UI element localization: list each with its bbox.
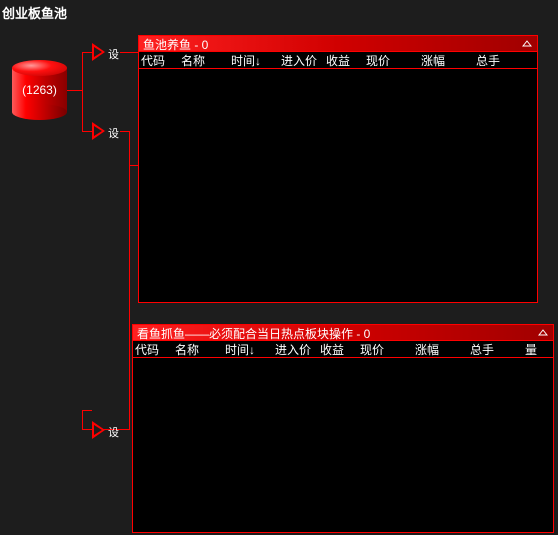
flow-arrow-1-label[interactable]: 设 (108, 46, 119, 62)
pool-count: (1263) (22, 83, 57, 97)
panel-fishpond-title: 鱼池养鱼 - 0 (143, 36, 208, 53)
col-code[interactable]: 代码 (139, 52, 179, 69)
pool-node[interactable]: (1263) (12, 60, 67, 120)
col-code[interactable]: 代码 (133, 341, 173, 358)
col-profit[interactable]: 收益 (324, 52, 364, 69)
col-change[interactable]: 涨幅 (413, 341, 468, 358)
collapse-up-icon[interactable] (521, 38, 533, 50)
col-price[interactable]: 现价 (364, 52, 419, 69)
panel-catchfish-header[interactable]: 看鱼抓鱼——必须配合当日热点板块操作 - 0 (133, 325, 553, 341)
col-volume[interactable]: 总手 (468, 341, 523, 358)
connector-line (129, 131, 130, 166)
page-title: 创业板鱼池 (2, 3, 67, 22)
panel-fishpond: 鱼池养鱼 - 0 代码 名称 时间↓ 进入价 收益 现价 涨幅 总手 (138, 35, 538, 303)
col-name[interactable]: 名称 (179, 52, 229, 69)
panel-fishpond-columns[interactable]: 代码 名称 时间↓ 进入价 收益 现价 涨幅 总手 (139, 52, 537, 69)
col-profit[interactable]: 收益 (318, 341, 358, 358)
col-name[interactable]: 名称 (173, 341, 223, 358)
col-price[interactable]: 现价 (358, 341, 413, 358)
col-extra[interactable]: 量 (523, 341, 543, 358)
flow-arrow-3[interactable] (92, 421, 105, 439)
connector-line (129, 165, 138, 166)
panel-catchfish-title: 看鱼抓鱼——必须配合当日热点板块操作 - 0 (137, 325, 370, 342)
flow-arrow-2[interactable] (92, 122, 105, 140)
col-change[interactable]: 涨幅 (419, 52, 474, 69)
col-enterprice[interactable]: 进入价 (279, 52, 324, 69)
flow-arrow-2-label[interactable]: 设 (108, 125, 119, 141)
col-volume[interactable]: 总手 (474, 52, 524, 69)
connector-line (82, 410, 92, 411)
col-time[interactable]: 时间↓ (229, 52, 279, 69)
connector-line (82, 52, 92, 53)
connector-line (120, 52, 138, 53)
col-time[interactable]: 时间↓ (223, 341, 273, 358)
connector-line (67, 90, 82, 91)
connector-line (82, 52, 83, 132)
panel-catchfish-body[interactable] (133, 358, 553, 531)
connector-line (82, 410, 83, 430)
flow-arrow-1[interactable] (92, 43, 105, 61)
col-enterprice[interactable]: 进入价 (273, 341, 318, 358)
connector-line (120, 429, 130, 430)
panel-fishpond-body[interactable] (139, 69, 537, 301)
panel-fishpond-header[interactable]: 鱼池养鱼 - 0 (139, 36, 537, 52)
connector-line (82, 131, 92, 132)
panel-catchfish: 看鱼抓鱼——必须配合当日热点板块操作 - 0 代码 名称 时间↓ 进入价 收益 … (132, 324, 554, 533)
panel-catchfish-columns[interactable]: 代码 名称 时间↓ 进入价 收益 现价 涨幅 总手 量 (133, 341, 553, 358)
flow-arrow-3-label[interactable]: 设 (108, 424, 119, 440)
connector-line (129, 165, 130, 430)
collapse-up-icon[interactable] (537, 327, 549, 339)
